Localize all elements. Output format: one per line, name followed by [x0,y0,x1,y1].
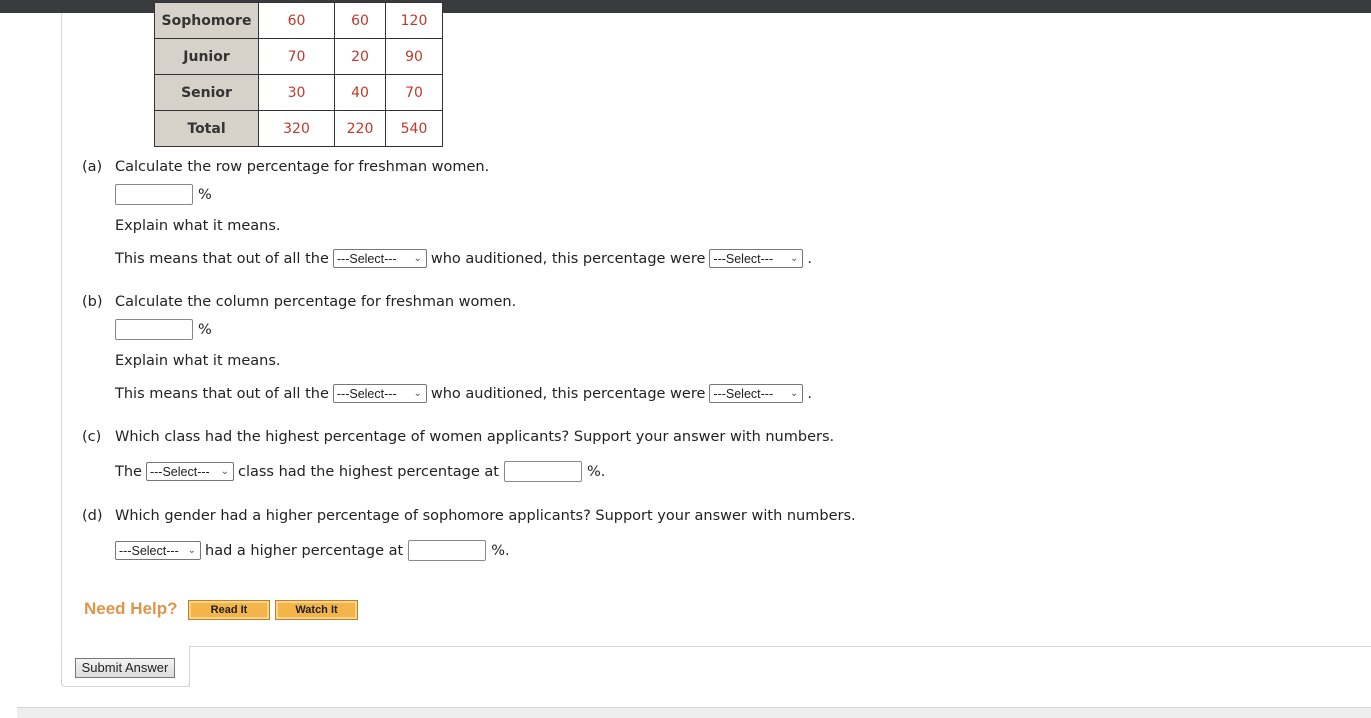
table-cell: 90 [385,38,443,75]
select-value: ---Select--- [713,251,774,266]
part-d-question: (d) Which gender had a higher percentage … [82,508,856,524]
table-row: Total 320 220 540 [154,110,443,147]
part-b-percent-input[interactable] [115,319,193,340]
part-c-percent-input[interactable] [503,461,582,482]
table-cell: 220 [334,110,386,147]
part-a-percent-input[interactable] [115,184,193,205]
table-row: Senior 30 40 70 [154,74,443,111]
sentence-end: . [807,385,813,402]
table-row: Sophomore 60 60 120 [154,2,443,39]
part-a-answer-row: % [115,184,212,205]
chevron-down-icon: ⌄ [413,388,422,399]
part-a-explain: Explain what it means. [115,218,281,234]
read-it-button[interactable]: Read It [188,600,270,620]
sentence-text: had a higher percentage at [205,542,404,559]
table-cell: 70 [258,38,335,75]
sentence-text: The [115,463,142,480]
part-b-label: (b) [82,294,103,310]
select-value: ---Select--- [149,464,210,479]
sentence-text: who auditioned, this percentage were [430,385,706,402]
row-header-senior: Senior [154,74,259,111]
part-a-text: Calculate the row percentage for freshma… [115,159,490,175]
part-b-sentence: This means that out of all the ---Select… [115,384,812,403]
percent-unit: %. [586,463,606,480]
part-a-question: (a) Calculate the row percentage for fres… [82,159,489,175]
row-header-sophomore: Sophomore [154,2,259,39]
part-c-label: (c) [82,429,102,445]
sentence-text: class had the highest percentage at [237,463,499,480]
table-cell: 320 [258,110,335,147]
select-value: ---Select--- [713,386,774,401]
chevron-down-icon: ⌄ [413,253,422,264]
part-c-question: (c) Which class had the highest percentag… [82,429,834,445]
audition-data-table: Sophomore 60 60 120 Junior 70 20 90 Seni… [154,2,443,147]
chevron-down-icon: ⌄ [187,545,196,556]
table-cell: 540 [385,110,443,147]
chevron-down-icon: ⌄ [220,466,229,477]
part-a-group-select[interactable]: ---Select--- ⌄ [332,249,427,268]
part-b-answer-row: % [115,319,212,340]
row-header-junior: Junior [154,38,259,75]
panel-divider [189,646,1371,647]
sentence-text: This means that out of all the [115,385,329,402]
part-a-sentence: This means that out of all the ---Select… [115,249,812,268]
part-d-text: Which gender had a higher percentage of … [115,508,856,524]
chevron-down-icon: ⌄ [790,388,799,399]
sentence-end: . [807,250,813,267]
part-d-percent-input[interactable] [408,540,487,561]
percent-unit: %. [491,542,510,559]
part-c-sentence: The ---Select--- ⌄ class had the highest … [115,461,605,482]
sentence-text: This means that out of all the [115,250,329,267]
panel-left-border [61,13,62,685]
part-d-sentence: ---Select--- ⌄ had a higher percentage at… [115,540,510,561]
footer-bar [17,707,1371,718]
part-d-gender-select[interactable]: ---Select--- ⌄ [115,541,201,560]
table-cell: 20 [334,38,386,75]
table-cell: 40 [334,74,386,111]
row-header-total: Total [154,110,259,147]
submit-answer-button[interactable]: Submit Answer [75,658,175,678]
watch-it-button[interactable]: Watch It [275,600,358,620]
sentence-text: who auditioned, this percentage were [430,250,706,267]
part-b-gender-select[interactable]: ---Select--- ⌄ [709,384,804,403]
part-d-label: (d) [82,508,103,524]
part-b-explain: Explain what it means. [115,353,281,369]
part-b-group-select[interactable]: ---Select--- ⌄ [332,384,427,403]
part-a-label: (a) [82,159,103,175]
select-value: ---Select--- [336,251,397,266]
table-row: Junior 70 20 90 [154,38,443,75]
select-value: ---Select--- [119,543,179,558]
select-value: ---Select--- [336,386,397,401]
need-help-label: Need Help? [84,599,178,618]
part-c-class-select[interactable]: ---Select--- ⌄ [145,462,234,481]
table-cell: 70 [385,74,443,111]
chevron-down-icon: ⌄ [790,253,799,264]
table-cell: 120 [385,2,443,39]
part-a-gender-select[interactable]: ---Select--- ⌄ [709,249,804,268]
part-b-text: Calculate the column percentage for fres… [115,294,517,310]
table-cell: 30 [258,74,335,111]
percent-unit: % [198,321,212,338]
table-cell: 60 [334,2,386,39]
table-cell: 60 [258,2,335,39]
part-b-question: (b) Calculate the column percentage for f… [82,294,516,310]
percent-unit: % [198,186,212,203]
part-c-text: Which class had the highest percentage o… [115,429,835,445]
panel-divider [189,646,190,687]
